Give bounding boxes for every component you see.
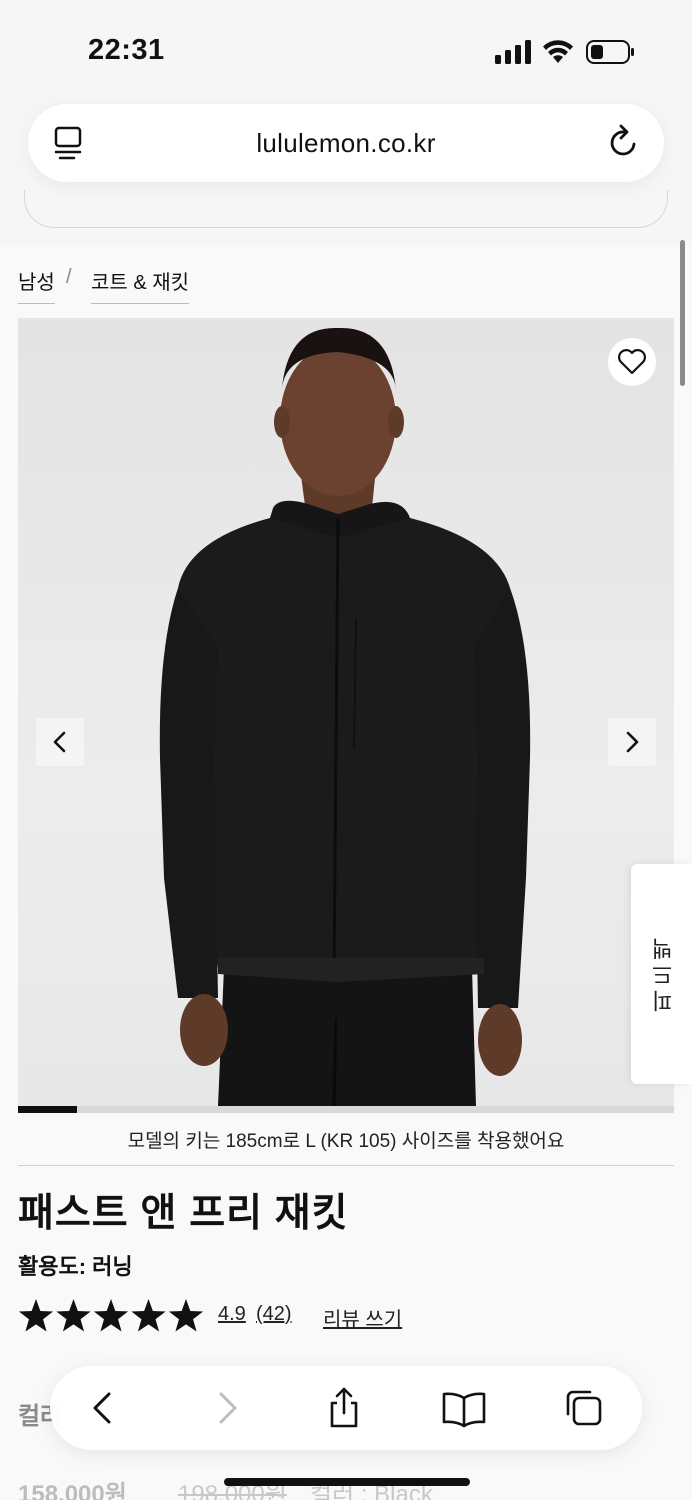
gallery-progress-fill — [18, 1106, 78, 1113]
chevron-right-icon — [626, 731, 639, 753]
model-size-note: 모델의 키는 185cm로 L (KR 105) 사이즈를 착용했어요 — [127, 1131, 565, 1152]
star-icon — [168, 1299, 204, 1332]
chevron-left-icon — [53, 731, 66, 753]
product-photo — [159, 327, 531, 1106]
wishlist-button[interactable] — [608, 338, 656, 386]
breadcrumb-separator: / — [66, 266, 72, 288]
url-text[interactable]: lululemon.co.kr — [28, 128, 664, 159]
status-bar: 22:31 — [0, 0, 692, 100]
reload-icon[interactable] — [608, 124, 640, 160]
star-icon — [18, 1299, 54, 1332]
address-bar[interactable]: lululemon.co.kr — [28, 104, 664, 182]
page-sheet-edge — [24, 190, 668, 228]
browser-toolbar — [50, 1366, 642, 1450]
rating-stars — [18, 1299, 204, 1332]
divider — [18, 1165, 674, 1166]
breadcrumb-item-coats-jackets[interactable]: 코트 & 재킷 — [91, 266, 190, 304]
back-icon[interactable] — [80, 1384, 128, 1432]
product-activity: 활용도: 러닝 — [18, 1254, 133, 1279]
tabs-icon[interactable] — [560, 1384, 608, 1432]
home-indicator — [224, 1478, 470, 1486]
star-icon — [131, 1299, 166, 1332]
status-time: 22:31 — [88, 34, 165, 66]
breadcrumb-item-men[interactable]: 남성 — [18, 266, 55, 304]
heart-icon — [618, 349, 646, 375]
review-count[interactable]: (42) — [256, 1303, 292, 1326]
sale-price: 158,000원 — [18, 1481, 127, 1500]
book-icon[interactable] — [440, 1384, 488, 1432]
wifi-icon — [543, 40, 573, 63]
star-icon — [93, 1299, 129, 1332]
cellular-signal-icon — [495, 40, 531, 64]
share-icon[interactable] — [320, 1384, 368, 1432]
star-icon — [56, 1299, 91, 1332]
feedback-tab[interactable]: 피드백 — [631, 864, 692, 1084]
previous-image-button[interactable] — [36, 718, 84, 766]
product-image[interactable] — [18, 318, 674, 1106]
feedback-tab-label: 피드백 — [651, 934, 676, 1012]
write-review-link[interactable]: 리뷰 쓰기 — [323, 1303, 402, 1332]
forward-icon[interactable] — [202, 1384, 250, 1432]
next-image-button[interactable] — [608, 718, 656, 766]
battery-icon — [586, 40, 634, 64]
product-title: 패스트 앤 프리 재킷 — [18, 1192, 349, 1235]
scrollbar[interactable] — [680, 240, 685, 386]
gallery-progress — [18, 1106, 674, 1113]
rating-value[interactable]: 4.9 — [218, 1303, 246, 1326]
